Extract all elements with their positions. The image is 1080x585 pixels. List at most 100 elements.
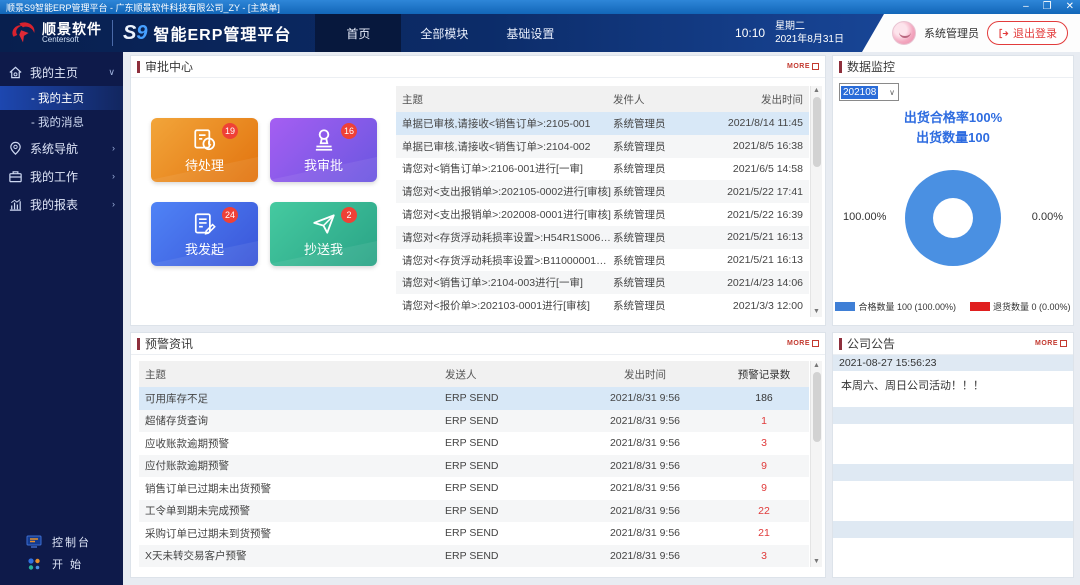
- cell-sender: 系统管理员: [613, 116, 705, 131]
- chevron-icon: ›: [112, 171, 115, 181]
- data-monitor-panel: 数据监控 202108 ∨ 出货合格率100% 出货数量100 100.00% …: [832, 55, 1074, 326]
- col-subject: 主题: [145, 367, 445, 382]
- alerts-more-button[interactable]: MORE: [787, 340, 819, 347]
- sidebar-group-3[interactable]: 我的报表›: [0, 190, 123, 218]
- scroll-down-icon[interactable]: ▼: [813, 558, 820, 566]
- approval-row[interactable]: 单据已审核,请接收<销售订单>:2105-001系统管理员2021/8/14 1…: [396, 112, 809, 135]
- announcement-item[interactable]: 2021-08-27 15:56:23本周六、周日公司活动！！！: [833, 355, 1073, 407]
- approval-tile-cc[interactable]: 抄送我2: [270, 202, 377, 266]
- announcements-more-button[interactable]: MORE: [1035, 340, 1067, 347]
- chevron-icon: ›: [112, 143, 115, 153]
- window-titlebar: 顺景S9智能ERP管理平台 - 广东顺景软件科技有限公司_ZY - [主菜单] …: [0, 0, 1080, 14]
- approval-table-scrollbar[interactable]: ▲ ▼: [810, 86, 822, 317]
- cell-sender: ERP SEND: [445, 460, 565, 472]
- scroll-thumb[interactable]: [813, 372, 821, 442]
- legend-swatch: [835, 302, 855, 311]
- cell-time: 2021/8/31 9:56: [565, 392, 725, 404]
- footer-start-button[interactable]: 开 始: [0, 553, 123, 575]
- period-value: 202108: [841, 86, 878, 99]
- paper-plane-icon: [311, 211, 337, 237]
- cell-time: 2021/8/31 9:56: [565, 437, 725, 449]
- approval-more-button[interactable]: MORE: [787, 63, 819, 70]
- approval-tile-approved[interactable]: 我审批16: [270, 118, 377, 182]
- legend-item-0: 合格数量 100 (100.00%): [835, 300, 956, 313]
- cell-count: 1: [725, 415, 803, 427]
- cell-subject: 请您对<支出报销单>:202008-0001进行[审核]: [402, 207, 613, 222]
- cell-sender: 系统管理员: [613, 253, 705, 268]
- edit-doc-icon: [192, 211, 218, 237]
- cell-sender: 系统管理员: [613, 207, 705, 222]
- cell-subject: 应收账款逾期预警: [145, 436, 445, 451]
- approval-row[interactable]: 单据已审核,请接收<销售订单>:2104-002系统管理员2021/8/5 16…: [396, 135, 809, 158]
- monitor-chart-title: 出货合格率100% 出货数量100: [833, 108, 1073, 147]
- legend-text: 合格数量 100 (100.00%): [858, 300, 956, 313]
- approval-row[interactable]: 请您对<销售订单>:2104-003进行[一审]系统管理员2021/4/23 1…: [396, 271, 809, 294]
- announcement-time: [833, 407, 1073, 424]
- approval-tile-pending[interactable]: 待处理19: [151, 118, 258, 182]
- approval-row[interactable]: 请您对<存货浮动耗损率设置>:H54R1S006002进行[审核]系统管理员20…: [396, 226, 809, 249]
- alert-row[interactable]: 可用库存不足ERP SEND2021/8/31 9:56186: [139, 387, 809, 410]
- donut-left-label: 100.00%: [843, 211, 886, 223]
- approval-row[interactable]: 请您对<销售订单>:2106-001进行[一审]系统管理员2021/6/5 14…: [396, 158, 809, 181]
- cell-sender: 系统管理员: [613, 161, 705, 176]
- product-logo: S9 智能ERP管理平台: [123, 14, 291, 52]
- approval-row[interactable]: 请您对<支出报销单>:202008-0001进行[审核]系统管理员2021/5/…: [396, 203, 809, 226]
- cell-subject: 可用库存不足: [145, 391, 445, 406]
- sidebar-group-2[interactable]: 我的工作›: [0, 162, 123, 190]
- footer-console-button[interactable]: 控制台: [0, 531, 123, 553]
- alert-row[interactable]: 应付账款逾期预警ERP SEND2021/8/31 9:569: [139, 455, 809, 478]
- cell-subject: 单据已审核,请接收<销售订单>:2104-002: [402, 139, 613, 154]
- announcement-time: [833, 521, 1073, 538]
- alert-row[interactable]: 销售订单已过期未出货预警ERP SEND2021/8/31 9:569: [139, 477, 809, 500]
- start-icon: [26, 556, 42, 572]
- nav-tab-2[interactable]: 基础设置: [487, 14, 573, 52]
- sidebar-item-0-1[interactable]: - 我的消息: [0, 110, 123, 134]
- company-logo: 顺景软件 Centersoft: [0, 14, 102, 52]
- alert-row[interactable]: 工令单到期未完成预警ERP SEND2021/8/31 9:5622: [139, 500, 809, 523]
- col-subject: 主题: [402, 92, 613, 107]
- more-icon: [812, 63, 819, 70]
- cell-time: 2021/5/21 16:13: [705, 254, 803, 266]
- monitor-panel-title: 数据监控: [847, 58, 895, 75]
- announcement-content: [833, 424, 1073, 464]
- logout-button[interactable]: 退出登录: [987, 21, 1068, 45]
- scroll-down-icon[interactable]: ▼: [813, 308, 820, 316]
- alerts-table-scrollbar[interactable]: ▲ ▼: [810, 361, 822, 567]
- alert-row[interactable]: X天未转交易客户预警ERP SEND2021/8/31 9:563: [139, 545, 809, 568]
- header-divider: [112, 20, 113, 46]
- count-badge: 16: [341, 123, 357, 139]
- footer-label: 控制台: [52, 534, 91, 550]
- approval-row[interactable]: 请您对<报价单>:202103-0001进行[审核]系统管理员2021/3/3 …: [396, 294, 809, 317]
- maximize-button[interactable]: ❐: [1043, 0, 1052, 14]
- sidebar-group-0[interactable]: 我的主页∨: [0, 58, 123, 86]
- period-select[interactable]: 202108 ∨: [839, 83, 899, 101]
- minimize-button[interactable]: –: [1023, 0, 1029, 14]
- logout-icon: [998, 28, 1009, 39]
- tile-label: 我发起: [185, 239, 224, 258]
- nav-tab-0[interactable]: 首页: [315, 14, 401, 52]
- approval-row[interactable]: 请您对<存货浮动耗损率设置>:B11000001进行[审核]系统管理员2021/…: [396, 249, 809, 272]
- alert-row[interactable]: 超储存货查询ERP SEND2021/8/31 9:561: [139, 410, 809, 433]
- cell-sender: 系统管理员: [613, 275, 705, 290]
- company-name-cn: 顺景软件: [42, 22, 102, 36]
- weekday: 星期二: [775, 20, 844, 34]
- cell-count: 9: [725, 482, 803, 494]
- cell-time: 2021/3/3 12:00: [705, 300, 803, 312]
- console-icon: [26, 534, 42, 550]
- sidebar-item-0-0[interactable]: - 我的主页: [0, 86, 123, 110]
- scroll-thumb[interactable]: [813, 97, 821, 167]
- approval-row[interactable]: 请您对<支出报销单>:202105-0002进行[审核]系统管理员2021/5/…: [396, 180, 809, 203]
- sidebar-group-1[interactable]: 系统导航›: [0, 134, 123, 162]
- close-button[interactable]: ✕: [1066, 0, 1074, 14]
- approval-tile-initiated[interactable]: 我发起24: [151, 202, 258, 266]
- avatar[interactable]: [892, 21, 916, 45]
- scroll-up-icon[interactable]: ▲: [813, 362, 820, 370]
- nav-tab-1[interactable]: 全部模块: [401, 14, 487, 52]
- announcements-panel: 公司公告 MORE 2021-08-27 15:56:23本周六、周日公司活动！…: [832, 332, 1074, 578]
- alert-row[interactable]: 采购订单已过期未到货预警ERP SEND2021/8/31 9:5621: [139, 522, 809, 545]
- cell-sender: 系统管理员: [613, 230, 705, 245]
- chevron-down-icon: ∨: [889, 88, 895, 97]
- scroll-up-icon[interactable]: ▲: [813, 87, 820, 95]
- col-sender: 发件人: [613, 92, 705, 107]
- alert-row[interactable]: 应收账款逾期预警ERP SEND2021/8/31 9:563: [139, 432, 809, 455]
